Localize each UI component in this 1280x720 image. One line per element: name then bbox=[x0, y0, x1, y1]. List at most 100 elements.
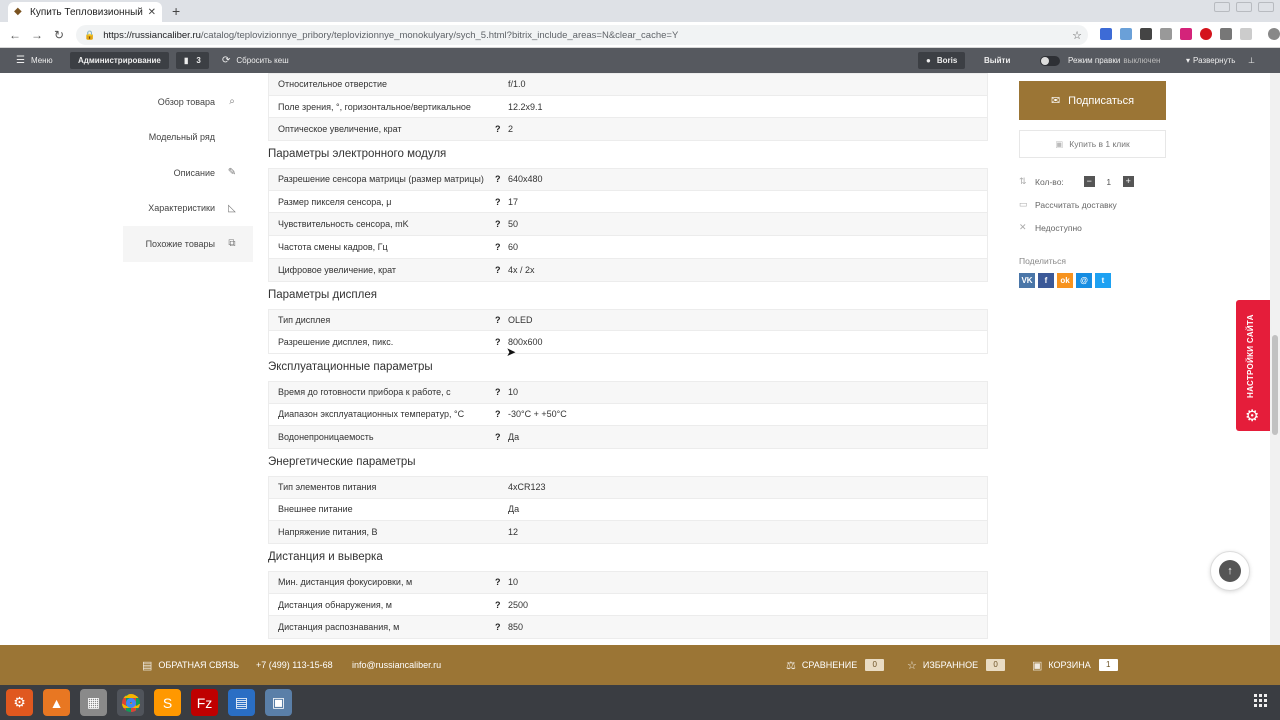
user-button[interactable]: ● Boris bbox=[918, 52, 966, 69]
spec-value: 12.2x9.1 bbox=[508, 101, 543, 112]
window-close-icon[interactable] bbox=[1258, 2, 1274, 12]
compare-link[interactable]: ⚖ СРАВНЕНИЕ 0 bbox=[786, 645, 885, 685]
comments-button[interactable]: ▮ 3 bbox=[176, 52, 209, 69]
spec-value: 2500 bbox=[508, 599, 529, 610]
quantity-icon: ⇅ bbox=[1019, 176, 1027, 186]
page-scrollbar[interactable] bbox=[1270, 73, 1280, 645]
settings-app-icon[interactable]: ⚙ bbox=[6, 689, 33, 716]
facebook-icon[interactable]: f bbox=[1038, 273, 1054, 288]
help-tooltip-icon[interactable]: ? bbox=[495, 197, 501, 207]
browser-tab[interactable]: ◆ Купить Тепловизионный ✕ bbox=[8, 2, 162, 22]
gear-icon: ⚙ bbox=[1245, 408, 1260, 425]
decrease-button[interactable]: − bbox=[1083, 176, 1095, 187]
help-tooltip-icon[interactable]: ? bbox=[495, 409, 501, 419]
filezilla-app-icon[interactable]: Fz bbox=[191, 689, 218, 716]
extension-icon[interactable] bbox=[1140, 28, 1152, 40]
spec-name: Поле зрения, °, горизонтальное/вертикаль… bbox=[278, 101, 471, 112]
administration-button[interactable]: Администрирование bbox=[70, 52, 169, 69]
twitter-icon[interactable]: t bbox=[1095, 273, 1111, 288]
help-tooltip-icon[interactable]: ? bbox=[495, 219, 501, 229]
hamburger-icon: ☰ bbox=[16, 55, 25, 66]
adblock-icon[interactable] bbox=[1200, 28, 1212, 40]
extension-icon[interactable] bbox=[1240, 28, 1252, 40]
extension-icon[interactable] bbox=[1120, 28, 1132, 40]
spec-value: 2 bbox=[508, 124, 514, 135]
subscribe-button[interactable]: ✉ Подписаться bbox=[1019, 81, 1166, 120]
help-tooltip-icon[interactable]: ? bbox=[495, 622, 501, 632]
increase-button[interactable]: + bbox=[1122, 176, 1134, 187]
chrome-app-icon[interactable] bbox=[117, 689, 144, 716]
files-app-icon[interactable]: ▦ bbox=[80, 689, 107, 716]
extension-icon[interactable] bbox=[1180, 28, 1192, 40]
help-tooltip-icon[interactable]: ? bbox=[495, 387, 501, 397]
quantity-input[interactable]: 1 bbox=[1099, 177, 1119, 187]
buy-one-click-button[interactable]: ▣ Купить в 1 клик bbox=[1019, 130, 1166, 158]
email-link[interactable]: info@russiancaliber.ru bbox=[352, 645, 441, 685]
help-tooltip-icon[interactable]: ? bbox=[495, 265, 501, 275]
cart-label: КОРЗИНА bbox=[1048, 660, 1091, 670]
expand-button[interactable]: ▾ Развернуть bbox=[1186, 48, 1235, 73]
extension-icon[interactable] bbox=[1100, 28, 1112, 40]
mailru-icon[interactable]: @ bbox=[1076, 273, 1092, 288]
admin-menu-button[interactable]: ☰ Меню bbox=[16, 48, 53, 73]
feedback-link[interactable]: ▤ ОБРАТНАЯ СВЯЗЬ bbox=[142, 645, 239, 685]
spec-name: Напряжение питания, В bbox=[278, 527, 378, 538]
spec-value: f/1.0 bbox=[508, 79, 526, 90]
nav-item[interactable]: Обзор товара ⌕ bbox=[123, 84, 253, 120]
bookmark-star-icon[interactable]: ☆ bbox=[1072, 29, 1082, 42]
spec-name: Диапазон эксплуатационных температур, °C bbox=[278, 409, 465, 420]
toggle-switch[interactable] bbox=[1040, 55, 1060, 66]
address-bar[interactable]: 🔒 https://russiancaliber.ru/catalog/tepl… bbox=[76, 25, 1088, 45]
user-name: Boris bbox=[936, 56, 958, 65]
extension-icon[interactable] bbox=[1160, 28, 1172, 40]
nav-item[interactable]: Описание ✎ bbox=[123, 155, 253, 191]
scrollbar-thumb[interactable] bbox=[1272, 335, 1278, 435]
url-host: https://russiancaliber.ru bbox=[103, 29, 201, 41]
minimize-icon[interactable] bbox=[1214, 2, 1230, 12]
nav-item-label: Модельный ряд bbox=[148, 132, 215, 143]
help-tooltip-icon[interactable]: ? bbox=[495, 337, 501, 347]
calc-delivery-link[interactable]: ▭ Рассчитать доставку bbox=[1019, 199, 1117, 210]
help-tooltip-icon[interactable]: ? bbox=[495, 315, 501, 325]
nav-item[interactable]: Характеристики ◺ bbox=[123, 191, 253, 227]
back-icon[interactable]: ← bbox=[4, 28, 26, 42]
help-tooltip-icon[interactable]: ? bbox=[495, 174, 501, 184]
help-tooltip-icon[interactable]: ? bbox=[495, 577, 501, 587]
vk-icon[interactable]: VK bbox=[1019, 273, 1035, 288]
edit-mode-toggle[interactable]: Режим правки выключен bbox=[1040, 48, 1160, 73]
help-tooltip-icon[interactable]: ? bbox=[495, 432, 501, 442]
odnoklassniki-icon[interactable]: ok bbox=[1057, 273, 1073, 288]
help-tooltip-icon[interactable]: ? bbox=[495, 124, 501, 134]
phone-link[interactable]: +7 (499) 113-15-68 bbox=[256, 645, 333, 685]
envelope-icon: ✉ bbox=[1050, 95, 1061, 107]
sublime-app-icon[interactable]: S bbox=[154, 689, 181, 716]
help-tooltip-icon[interactable]: ? bbox=[495, 242, 501, 252]
pin-icon[interactable]: ⊥ bbox=[1248, 48, 1255, 73]
nav-item[interactable]: Модельный ряд bbox=[123, 120, 253, 156]
help-tooltip-icon[interactable]: ? bbox=[495, 600, 501, 610]
buy-one-click-label: Купить в 1 клик bbox=[1069, 139, 1130, 149]
forward-icon[interactable]: → bbox=[26, 28, 48, 42]
site-settings-tab[interactable]: НАСТРОЙКИ САЙТА ⚙ bbox=[1236, 300, 1270, 431]
spec-value: 50 bbox=[508, 219, 519, 230]
spec-name: Время до готовности прибора к работе, с bbox=[278, 387, 451, 398]
document-app-icon[interactable]: ▤ bbox=[228, 689, 255, 716]
store-app-icon[interactable]: ▲ bbox=[43, 689, 70, 716]
favorites-link[interactable]: ☆ ИЗБРАННОЕ 0 bbox=[907, 645, 1006, 685]
profile-icon[interactable] bbox=[1268, 28, 1280, 40]
close-icon[interactable]: ✕ bbox=[148, 7, 156, 18]
screenshot-app-icon[interactable]: ▣ bbox=[265, 689, 292, 716]
reload-icon[interactable]: ↻ bbox=[48, 28, 70, 42]
scroll-to-top-button[interactable]: ↑ bbox=[1210, 551, 1250, 591]
extension-icon[interactable] bbox=[1220, 28, 1232, 40]
new-tab-icon[interactable]: + bbox=[172, 3, 180, 19]
cart-link[interactable]: ▣ КОРЗИНА 1 bbox=[1032, 645, 1118, 685]
maximize-icon[interactable] bbox=[1236, 2, 1252, 12]
reset-cache-button[interactable]: ⟳ Сбросить кеш bbox=[222, 48, 289, 73]
logout-button[interactable]: Выйти bbox=[984, 48, 1010, 73]
truck-icon: ▭ bbox=[1019, 199, 1028, 209]
spec-name: Размер пикселя сенсора, μ bbox=[278, 196, 392, 207]
nav-item[interactable]: Похожие товары ⧉ bbox=[123, 226, 253, 262]
app-grid-icon[interactable] bbox=[1254, 694, 1268, 708]
spec-row: Водонепроницаемость? Да bbox=[268, 426, 988, 449]
